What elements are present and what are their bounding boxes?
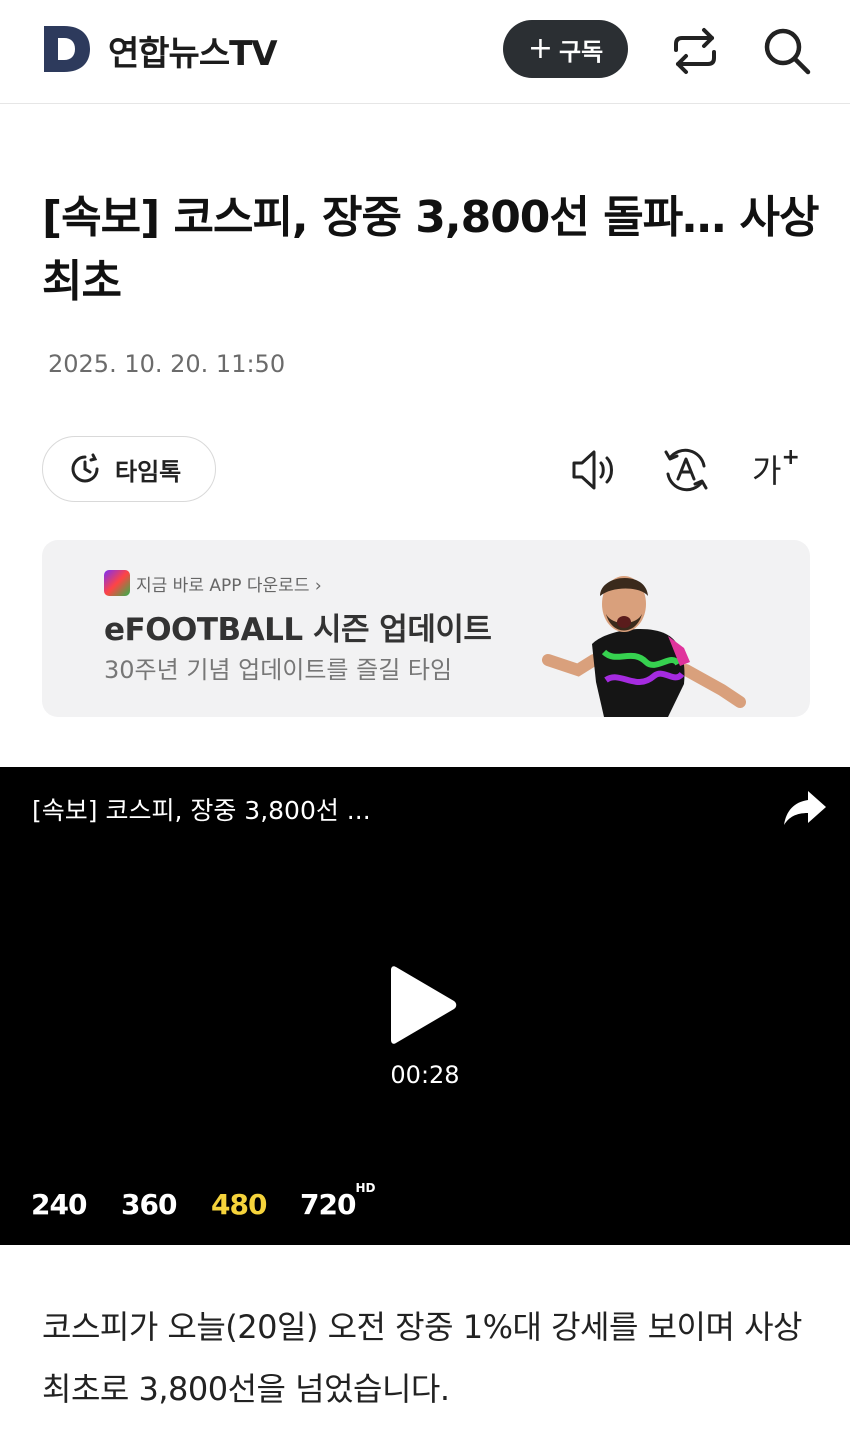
- video-share-icon[interactable]: [782, 787, 828, 829]
- quality-360-button[interactable]: 360: [121, 1188, 177, 1221]
- top-header: 연합뉴스TV + 구독: [0, 0, 850, 104]
- video-title: [속보] 코스피, 장중 3,800선 ...: [32, 796, 371, 825]
- ad-subtitle: 30주년 기념 업데이트를 즐길 타임: [104, 656, 453, 684]
- brand-name[interactable]: 연합뉴스TV: [108, 26, 278, 75]
- ad-player-image: [542, 576, 746, 717]
- plus-icon: +: [527, 31, 553, 66]
- timetalk-label: 타임톡: [115, 457, 182, 486]
- font-size-button[interactable]: 가+: [752, 445, 800, 492]
- subscribe-button[interactable]: + 구독: [503, 20, 628, 78]
- font-size-plus: +: [781, 445, 800, 471]
- quality-240-button[interactable]: 240: [31, 1188, 87, 1221]
- ad-download-link[interactable]: 지금 바로 APP 다운로드 ›: [136, 571, 322, 596]
- play-icon[interactable]: [388, 963, 460, 1047]
- clock-icon: [71, 453, 99, 483]
- ad-title: eFOOTBALL 시즌 업데이트: [104, 612, 492, 648]
- speaker-icon[interactable]: [568, 444, 620, 496]
- video-player[interactable]: [속보] 코스피, 장중 3,800선 ... 00:28 240 360 48…: [0, 767, 850, 1245]
- quality-480-button[interactable]: 480: [211, 1188, 267, 1221]
- quality-720-button[interactable]: 720HD: [300, 1181, 375, 1221]
- font-size-label: 가: [752, 452, 782, 490]
- article-title: [속보] 코스피, 장중 3,800선 돌파… 사상 최초: [42, 192, 819, 307]
- ad-app-icon: [104, 570, 130, 596]
- ad-banner[interactable]: 지금 바로 APP 다운로드 › eFOOTBALL 시즌 업데이트 30주년 …: [42, 540, 810, 717]
- translate-icon[interactable]: [660, 444, 712, 496]
- subscribe-label: 구독: [558, 37, 604, 66]
- quality-720-label: 720: [300, 1188, 356, 1221]
- hd-badge: HD: [355, 1180, 376, 1195]
- article-date: 2025. 10. 20. 11:50: [48, 350, 286, 378]
- search-icon[interactable]: [760, 24, 814, 78]
- article-body: 코스피가 오늘(20일) 오전 장중 1%대 강세를 보이며 사상 최초로 3,…: [42, 1308, 802, 1408]
- video-duration: 00:28: [390, 1061, 460, 1089]
- brand-logo-icon[interactable]: [40, 24, 94, 74]
- timetalk-button[interactable]: 타임톡: [42, 436, 216, 502]
- share-icon[interactable]: [668, 26, 722, 76]
